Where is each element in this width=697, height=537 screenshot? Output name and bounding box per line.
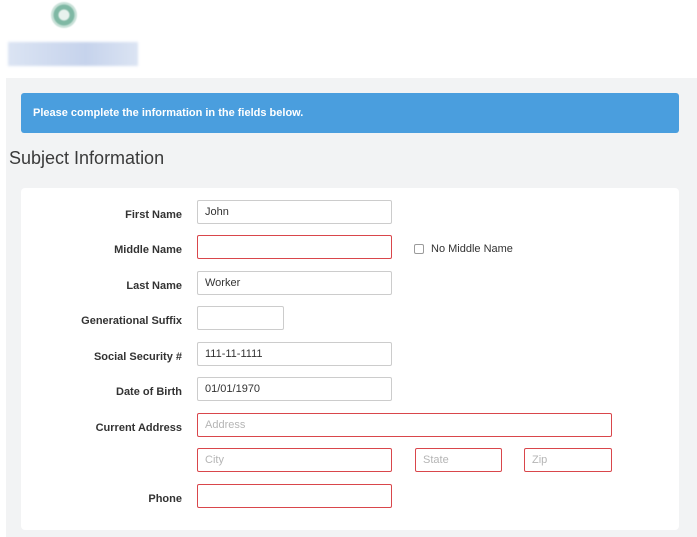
phone-label: Phone: [148, 493, 182, 505]
phone-input[interactable]: [197, 484, 392, 508]
ssn-input[interactable]: [197, 342, 392, 366]
suffix-label: Generational Suffix: [81, 315, 182, 327]
header-logo-area: [0, 0, 697, 76]
subject-info-card: First Name Middle Name No Middle Name La…: [21, 188, 679, 530]
section-title: Subject Information: [9, 148, 165, 168]
last-name-label: Last Name: [126, 280, 182, 292]
suffix-input[interactable]: [197, 306, 284, 330]
state-input[interactable]: [415, 448, 502, 472]
middle-name-label: Middle Name: [114, 244, 182, 256]
ssn-label: Social Security #: [93, 351, 182, 363]
address-input[interactable]: [197, 413, 612, 437]
no-middle-name-label: No Middle Name: [431, 243, 513, 255]
first-name-label: First Name: [125, 209, 182, 221]
zip-input[interactable]: [524, 448, 612, 472]
logo-icon: [51, 2, 77, 28]
middle-name-input[interactable]: [197, 235, 392, 259]
no-middle-name-option[interactable]: No Middle Name: [414, 243, 513, 255]
first-name-input[interactable]: [197, 200, 392, 224]
dob-label: Date of Birth: [116, 386, 182, 398]
address-label: Current Address: [95, 422, 182, 434]
logo-wordmark: [8, 42, 138, 66]
last-name-input[interactable]: [197, 271, 392, 295]
form-panel: Please complete the information in the f…: [6, 78, 697, 537]
city-input[interactable]: [197, 448, 392, 472]
no-middle-name-checkbox[interactable]: [414, 244, 424, 254]
dob-input[interactable]: [197, 377, 392, 401]
info-alert: Please complete the information in the f…: [21, 93, 679, 133]
